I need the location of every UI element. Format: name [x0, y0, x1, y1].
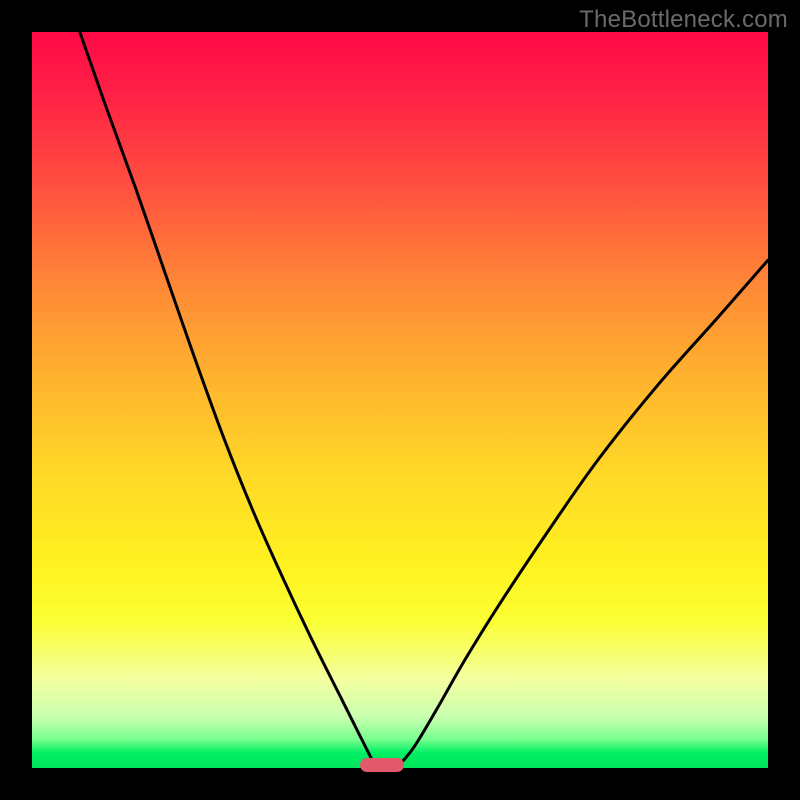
chart-frame: TheBottleneck.com [0, 0, 800, 800]
watermark-text: TheBottleneck.com [579, 6, 788, 34]
plot-area [32, 32, 768, 768]
curve-right [400, 260, 768, 764]
curve-svg [32, 32, 768, 768]
curve-left [80, 32, 374, 764]
minimum-marker [360, 758, 404, 773]
